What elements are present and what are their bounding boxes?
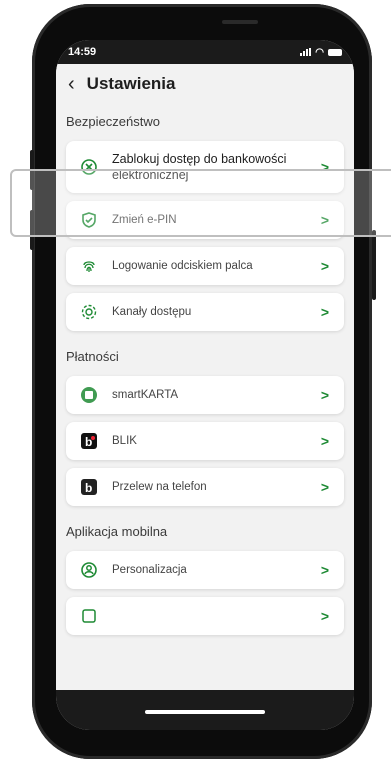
nav-bar [56, 690, 354, 730]
person-icon [78, 559, 100, 581]
signal-icon [300, 48, 312, 56]
blik-icon: b [78, 430, 100, 452]
highlight-frame [10, 169, 391, 237]
section-header: Aplikacja mobilna [66, 524, 168, 539]
fingerprint-icon [78, 255, 100, 277]
partial-item[interactable]: > [66, 597, 344, 635]
chevron-right-icon: > [320, 304, 330, 320]
blik-phone-icon: b [78, 476, 100, 498]
chevron-right-icon: > [320, 479, 330, 495]
speaker-grille [222, 20, 258, 24]
home-indicator[interactable] [145, 710, 265, 714]
status-icons: ◠ [300, 47, 342, 58]
back-icon[interactable]: ‹ [68, 74, 75, 94]
chevron-right-icon: > [320, 608, 330, 624]
page-title: Ustawienia [86, 74, 176, 93]
fingerprint-login-item[interactable]: Logowanie odciskiem palca > [66, 247, 344, 285]
status-bar: 14:59 ◠ [56, 40, 354, 64]
clock: 14:59 [68, 46, 97, 58]
smartkarta-item[interactable]: smartKARTA > [66, 376, 344, 414]
access-channels-item[interactable]: Kanały dostępu > [66, 293, 344, 331]
power-button [372, 230, 376, 300]
wifi-icon: ◠ [315, 46, 324, 58]
item-label: Logowanie odciskiem palca [112, 260, 253, 272]
item-label: Kanały dostępu [112, 306, 192, 318]
gear-icon [78, 301, 100, 323]
section-header: Bezpieczeństwo [66, 114, 160, 129]
phone-transfer-item[interactable]: b Przelew na telefon > [66, 468, 344, 506]
chevron-right-icon: > [320, 387, 330, 403]
battery-icon [328, 48, 342, 56]
item-label: Personalizacja [112, 564, 187, 576]
personalization-item[interactable]: Personalizacja > [66, 551, 344, 589]
partial-icon [78, 605, 100, 627]
chevron-right-icon: > [320, 562, 330, 578]
svg-text:b: b [85, 481, 92, 495]
item-label: Przelew na telefon [112, 481, 207, 493]
item-label: BLIK [112, 435, 137, 447]
item-label: smartKARTA [112, 389, 179, 401]
chevron-right-icon: > [320, 433, 330, 449]
smartkarta-icon [78, 384, 100, 406]
section-header: Płatności [66, 349, 119, 364]
app-screen: 14:59 ◠ ‹ Ustawienia Bezpieczeństwo Zabl… [56, 40, 354, 730]
chevron-right-icon: > [320, 258, 330, 274]
blik-item[interactable]: b BLIK > [66, 422, 344, 460]
app-header: ‹ Ustawienia [56, 64, 354, 104]
